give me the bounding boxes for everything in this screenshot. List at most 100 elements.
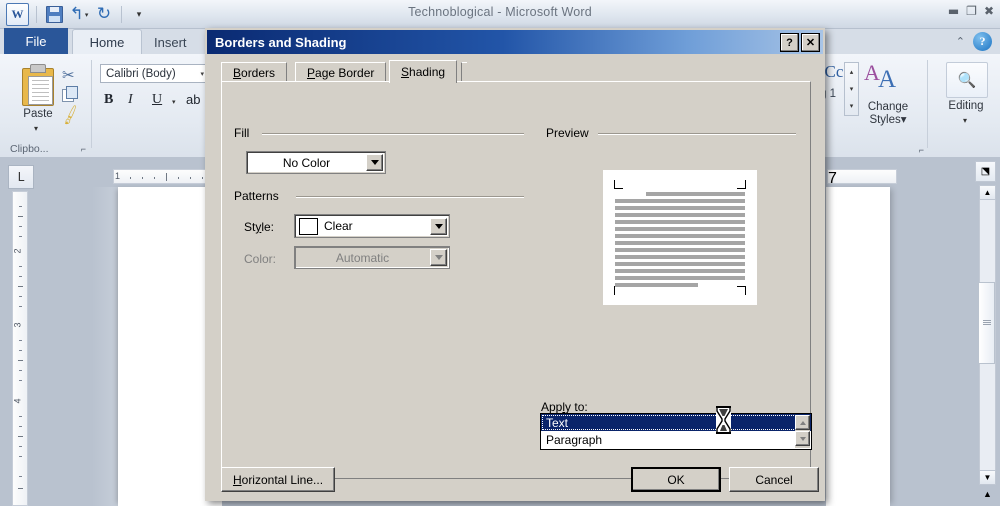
word-title-bar: W ↰ ▾ ↻ ▾ Technoblogical - Microsoft Word… xyxy=(0,0,1000,29)
cut-icon[interactable]: ✂ xyxy=(62,66,75,84)
apply-to-dropdown-list[interactable]: Text Paragraph xyxy=(540,413,812,450)
h-ruler-number-1: 1 xyxy=(115,171,121,181)
ribbon-group-font: Calibri (Body) ▾ B I U ▾ ab xyxy=(96,54,216,157)
preview-text-lines xyxy=(615,192,745,290)
fill-color-combo[interactable]: No Color xyxy=(246,151,386,174)
underline-button[interactable]: U xyxy=(152,92,162,108)
paste-label: Paste xyxy=(23,108,53,120)
dialog-tab-strip: Borders Page Border Shading xyxy=(221,60,811,83)
styles-group-divider xyxy=(927,60,928,148)
horizontal-ruler-left[interactable]: 1 xyxy=(113,169,217,184)
previous-page-button[interactable]: ▲ xyxy=(979,486,996,501)
fill-group-line xyxy=(262,133,524,135)
pattern-color-dropdown-icon[interactable] xyxy=(430,249,447,266)
pattern-style-value: Clear xyxy=(324,219,353,233)
v-ruler-number-3: 3 xyxy=(12,322,23,328)
scrollbar-thumb[interactable] xyxy=(978,282,995,364)
hourglass-cursor xyxy=(716,406,731,434)
bold-button[interactable]: B xyxy=(104,92,113,108)
dropdown-scrollbar[interactable] xyxy=(795,415,810,448)
horizontal-line-button[interactable]: Horizontal Line... xyxy=(221,467,335,492)
scroll-down-button[interactable]: ▼ xyxy=(979,470,996,485)
strikethrough-button[interactable]: ab xyxy=(186,92,200,107)
pattern-style-dropdown-icon[interactable] xyxy=(430,217,447,235)
fill-color-dropdown-icon[interactable] xyxy=(366,154,383,171)
copy-icon[interactable] xyxy=(62,86,78,102)
style-gallery-down-icon[interactable]: ▾ xyxy=(845,80,858,97)
v-ruler-number-4: 4 xyxy=(12,398,23,404)
help-icon[interactable]: ? xyxy=(973,32,992,51)
underline-dropdown-icon[interactable]: ▾ xyxy=(172,98,176,106)
v-ruler-number-2: 2 xyxy=(12,248,23,254)
tab-file[interactable]: File xyxy=(4,28,68,54)
apply-to-option-text[interactable]: Text xyxy=(541,414,811,431)
editing-button[interactable]: 🔍 xyxy=(946,62,988,98)
ribbon-group-styles: bCc g 1 ▴ ▾ ▾ A A Change Styles▾ ⌐ xyxy=(816,54,928,157)
fill-group-label: Fill xyxy=(234,126,255,140)
paste-button[interactable] xyxy=(20,64,56,106)
dialog-title-bar[interactable]: Borders and Shading ? ✕ xyxy=(207,30,823,54)
tab-page-border-accel: P xyxy=(307,65,316,80)
tab-insert[interactable]: Insert xyxy=(146,31,195,54)
clipboard-dialog-launcher[interactable]: ⌐ xyxy=(81,144,86,154)
help-button[interactable]: ? xyxy=(780,33,799,52)
fill-color-value: No Color xyxy=(282,155,331,170)
editing-label: Editing xyxy=(948,100,984,112)
pattern-style-swatch xyxy=(299,217,318,235)
minimize-icon[interactable]: ▬ xyxy=(948,4,959,18)
pattern-color-label: Color: xyxy=(244,252,277,266)
horizontal-ruler-right[interactable]: 7 xyxy=(827,169,897,187)
change-styles-label-2: Styles xyxy=(869,114,901,126)
collapse-ribbon-icon[interactable]: ⌃ xyxy=(956,35,965,48)
restore-icon[interactable]: ❐ xyxy=(966,4,977,18)
clipboard-group-divider xyxy=(91,60,92,148)
cancel-button[interactable]: Cancel xyxy=(729,467,819,492)
ok-button[interactable]: OK xyxy=(631,467,721,492)
editing-dropdown-icon[interactable]: ▾ xyxy=(963,116,967,125)
tab-shading-label: hading xyxy=(409,65,446,79)
paste-dropdown-icon[interactable]: ▾ xyxy=(34,124,38,133)
style-gallery-more-icon[interactable]: ▾ xyxy=(845,97,858,114)
font-name-dropdown-icon[interactable]: ▾ xyxy=(200,70,204,78)
preview-group-line xyxy=(598,133,796,135)
scroll-up-button[interactable]: ▲ xyxy=(979,185,996,200)
vertical-ruler[interactable]: 2 3 4 xyxy=(12,191,28,506)
tab-shading[interactable]: Shading xyxy=(389,60,458,83)
apply-to-label: Apply to: xyxy=(541,400,588,414)
font-name-input[interactable]: Calibri (Body) ▾ xyxy=(100,64,208,83)
format-painter-icon[interactable]: 🖌 xyxy=(58,103,82,126)
document-page-right[interactable] xyxy=(826,187,890,506)
binoculars-icon: 🔍 xyxy=(957,71,977,89)
ribbon-group-editing: 🔍 Editing ▾ xyxy=(938,54,996,157)
italic-button[interactable]: I xyxy=(128,92,133,108)
horizontal-line-accel: H xyxy=(232,472,242,487)
style-label: Style: xyxy=(244,220,275,234)
tab-selector-button[interactable]: L xyxy=(8,165,34,189)
select-browse-object-icon[interactable]: ⬔ xyxy=(975,161,996,182)
pattern-color-combo[interactable]: Automatic xyxy=(294,246,450,269)
clipboard-clasp-icon xyxy=(30,64,46,73)
tab-borders-label: orders xyxy=(241,65,276,80)
tab-borders[interactable]: Borders xyxy=(221,62,288,82)
tab-home[interactable]: Home xyxy=(72,29,142,55)
style-gallery-scroll[interactable]: ▴ ▾ ▾ xyxy=(844,62,859,116)
shading-preview[interactable] xyxy=(603,170,757,305)
change-styles-button[interactable]: Change Styles▾ xyxy=(860,101,916,127)
tab-borders-accel: B xyxy=(233,65,242,80)
apply-to-option-paragraph[interactable]: Paragraph xyxy=(541,431,811,448)
page-shadow-left xyxy=(92,187,118,506)
pattern-color-value: Automatic xyxy=(335,250,390,265)
close-button[interactable]: ✕ xyxy=(801,33,820,52)
pattern-style-combo[interactable]: Clear xyxy=(294,214,450,238)
close-icon[interactable]: ✖ xyxy=(984,4,994,18)
styles-dialog-launcher[interactable]: ⌐ xyxy=(919,145,924,155)
preview-group-label: Preview xyxy=(546,126,594,140)
dialog-title: Borders and Shading xyxy=(215,34,347,50)
tab-page-border[interactable]: Page Border xyxy=(295,62,387,82)
ribbon-group-clipboard: Paste ▾ ✂ 🖌 Clipbo... ⌐ xyxy=(4,54,92,157)
change-styles-arrow-icon[interactable]: ▾ xyxy=(901,114,907,126)
style-gallery-up-icon[interactable]: ▴ xyxy=(845,63,858,80)
dropdown-scroll-up-button[interactable] xyxy=(795,415,810,430)
apply-to-accel: l xyxy=(562,400,566,414)
dropdown-scroll-down-button[interactable] xyxy=(795,431,810,446)
